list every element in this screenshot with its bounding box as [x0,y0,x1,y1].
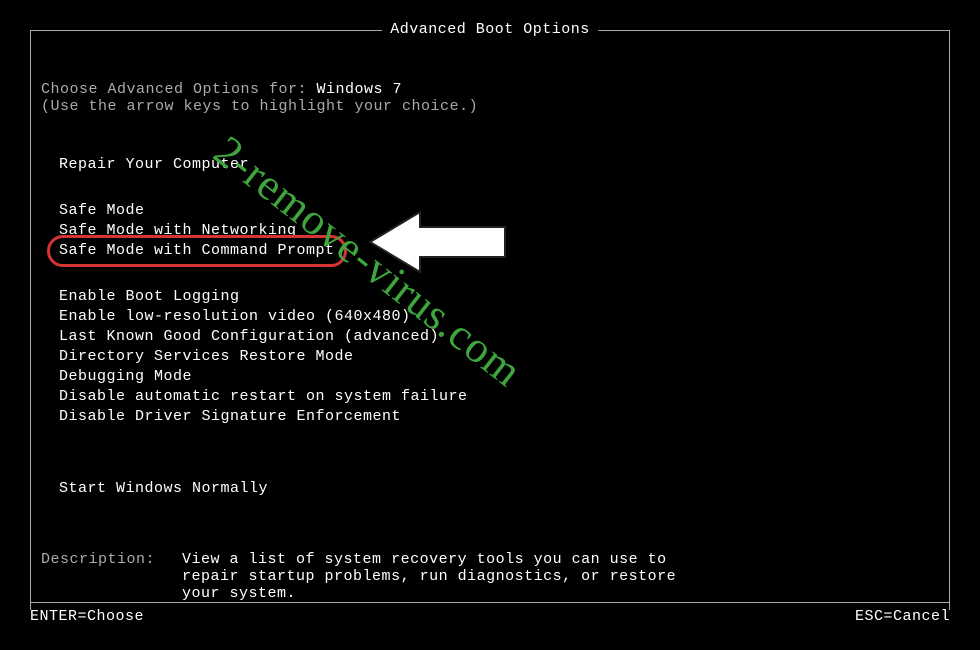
option-repair-computer[interactable]: Repair Your Computer [57,155,251,175]
intro-block: Choose Advanced Options for: Windows 7 (… [41,81,949,115]
option-boot-logging[interactable]: Enable Boot Logging [57,287,242,307]
description-label: Description: [41,551,155,602]
intro-prefix: Choose Advanced Options for: [41,81,317,98]
option-low-res-video[interactable]: Enable low-resolution video (640x480) [57,307,413,327]
option-ds-restore[interactable]: Directory Services Restore Mode [57,347,356,367]
boot-options-list: Repair Your Computer Safe Mode Safe Mode… [57,155,949,499]
boot-menu-frame: Advanced Boot Options Choose Advanced Op… [30,30,950,610]
option-safe-mode-networking[interactable]: Safe Mode with Networking [57,221,299,241]
option-disable-driver-sig[interactable]: Disable Driver Signature Enforcement [57,407,403,427]
option-start-normally[interactable]: Start Windows Normally [57,479,270,499]
option-last-known-good[interactable]: Last Known Good Configuration (advanced) [57,327,441,347]
option-debugging[interactable]: Debugging Mode [57,367,194,387]
key-hint-footer: ENTER=Choose ESC=Cancel [30,602,950,625]
enter-hint: ENTER=Choose [30,608,144,625]
option-disable-auto-restart[interactable]: Disable automatic restart on system fail… [57,387,470,407]
option-safe-mode-cmd[interactable]: Safe Mode with Command Prompt [57,241,337,261]
esc-hint: ESC=Cancel [855,608,950,625]
intro-hint: (Use the arrow keys to highlight your ch… [41,98,949,115]
page-title: Advanced Boot Options [382,21,598,38]
option-safe-mode[interactable]: Safe Mode [57,201,147,221]
os-name: Windows 7 [317,81,403,98]
description-text: View a list of system recovery tools you… [182,551,722,602]
description-block: Description: View a list of system recov… [41,551,949,602]
